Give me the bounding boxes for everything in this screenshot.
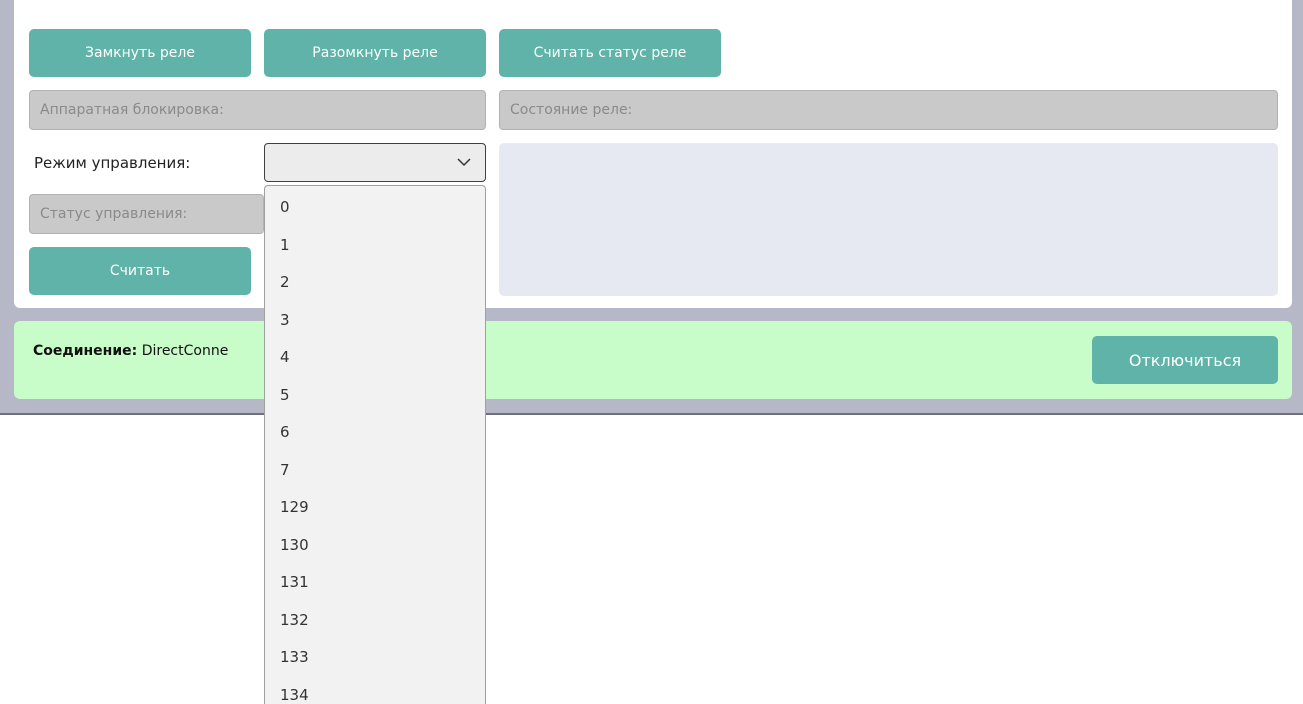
- mode-option[interactable]: 0: [265, 189, 485, 227]
- read-control-button[interactable]: Считать: [29, 247, 251, 295]
- mode-option[interactable]: 7: [265, 452, 485, 490]
- mode-option[interactable]: 134: [265, 677, 485, 704]
- relay-state-field: Состояние реле:: [499, 90, 1278, 130]
- connection-value: DirectConne: [141, 343, 229, 359]
- disconnect-button[interactable]: Отключиться: [1092, 336, 1278, 384]
- mode-option[interactable]: 4: [265, 339, 485, 377]
- connection-panel: Отключиться: [14, 321, 1292, 399]
- control-status-field: Статус управления:: [29, 194, 264, 234]
- mode-option[interactable]: 1: [265, 227, 485, 265]
- mode-option[interactable]: 130: [265, 527, 485, 565]
- mode-option[interactable]: 133: [265, 639, 485, 677]
- mode-option[interactable]: 129: [265, 489, 485, 527]
- app-frame: Замкнуть реле Разомкнуть реле Считать ст…: [0, 0, 1303, 415]
- mode-option[interactable]: 2: [265, 264, 485, 302]
- control-mode-label: Режим управления:: [34, 154, 191, 172]
- mode-option[interactable]: 131: [265, 564, 485, 602]
- output-textarea[interactable]: [499, 143, 1278, 296]
- mode-option[interactable]: 5: [265, 377, 485, 415]
- mode-option[interactable]: 6: [265, 414, 485, 452]
- open-relay-button[interactable]: Разомкнуть реле: [264, 29, 486, 77]
- mode-option[interactable]: 3: [265, 302, 485, 340]
- control-mode-select[interactable]: [264, 143, 486, 182]
- control-mode-dropdown: 0 1 2 3 4 5 6 7 129 130 131 132 133 134: [264, 185, 486, 704]
- mode-option[interactable]: 132: [265, 602, 485, 640]
- hardware-lock-field: Аппаратная блокировка:: [29, 90, 486, 130]
- chevron-down-icon: [457, 158, 471, 167]
- connection-label: Соединение:: [33, 343, 138, 359]
- close-relay-button[interactable]: Замкнуть реле: [29, 29, 251, 77]
- read-relay-status-button[interactable]: Считать статус реле: [499, 29, 721, 77]
- connection-status: Соединение: DirectConne: [33, 343, 228, 359]
